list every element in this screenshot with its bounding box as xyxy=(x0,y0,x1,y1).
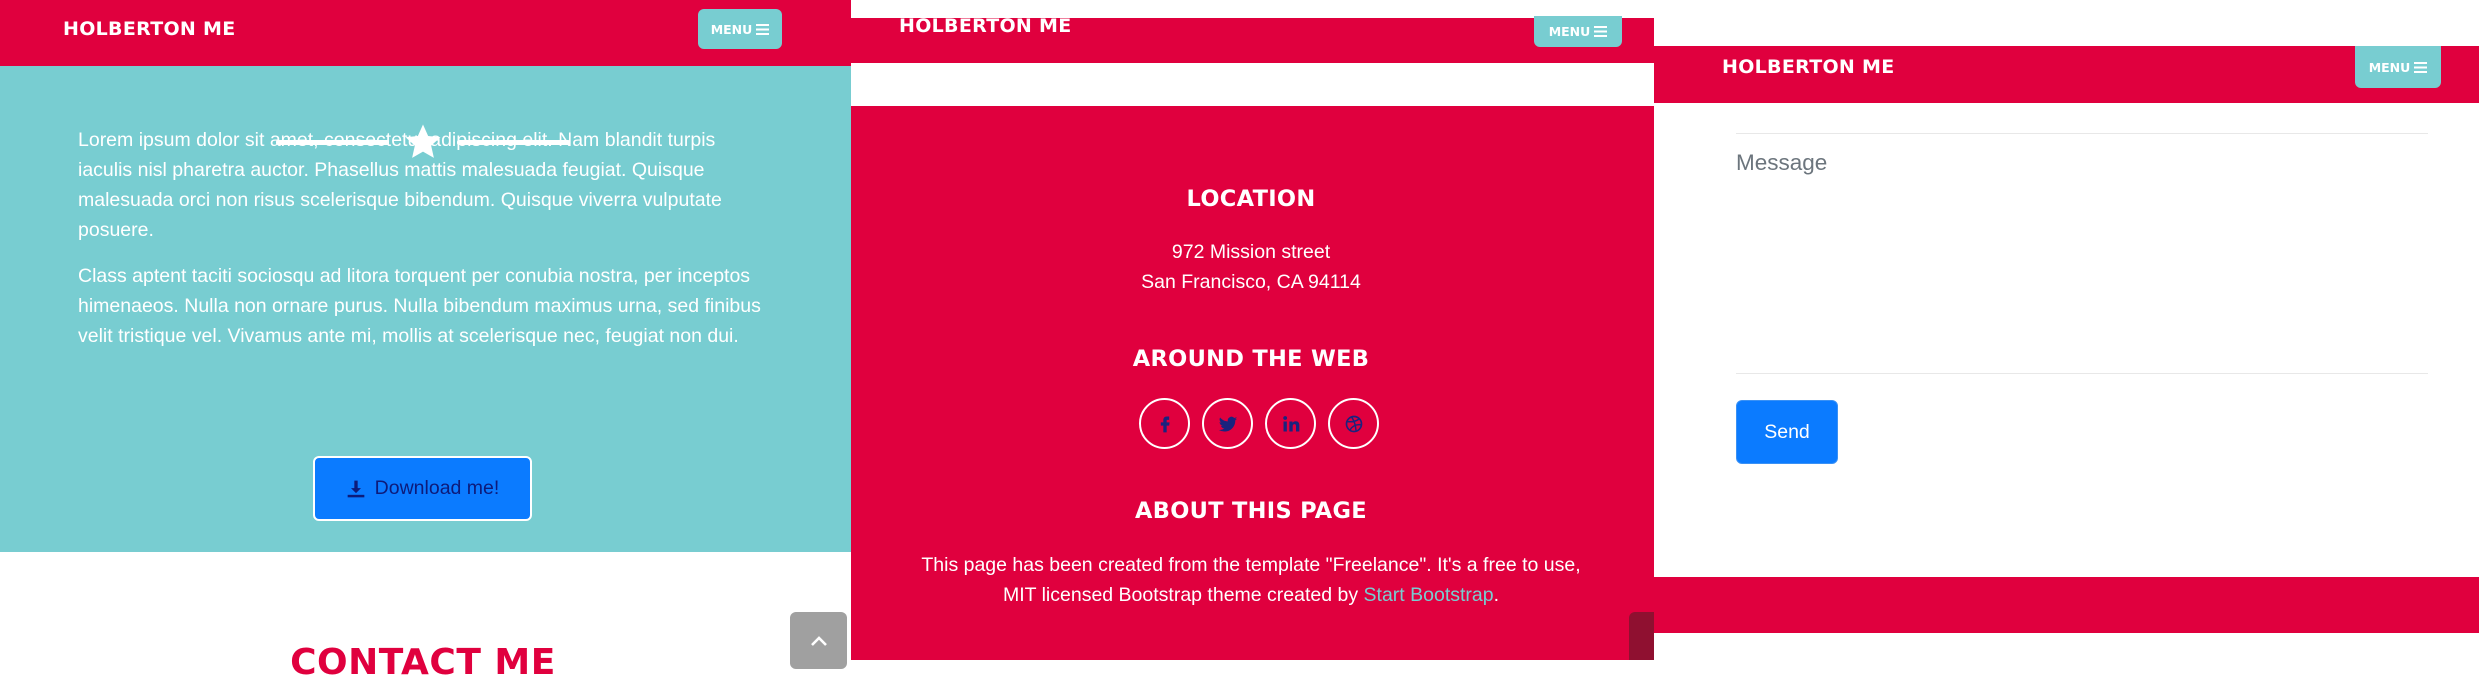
scroll-to-top-button[interactable] xyxy=(790,612,847,669)
about-section: Lorem ipsum dolor sit amet, consectetur … xyxy=(0,66,851,552)
start-bootstrap-link[interactable]: Start Bootstrap xyxy=(1364,584,1494,606)
menu-label: MENU xyxy=(2368,59,2411,75)
download-label: Download me! xyxy=(374,477,500,499)
screenshot-panel-footer: HOLBERTON ME MENU LOCATION 972 Mission s… xyxy=(851,0,1654,679)
footer-edge xyxy=(1654,577,2479,633)
form-field-divider xyxy=(1736,133,2428,134)
menu-label: MENU xyxy=(1548,24,1591,39)
download-button[interactable]: Download me! xyxy=(313,456,532,521)
form-field-divider xyxy=(1736,373,2428,374)
about-paragraph: Class aptent taciti sociosqu ad litora t… xyxy=(78,265,761,347)
send-button[interactable]: Send xyxy=(1736,400,1838,464)
hamburger-icon xyxy=(2414,61,2428,73)
menu-button[interactable]: MENU xyxy=(698,9,782,49)
address-line: 972 Mission street xyxy=(1171,241,1331,263)
chevron-up-icon xyxy=(810,635,827,646)
hamburger-icon xyxy=(756,23,770,35)
location-heading: LOCATION xyxy=(1186,186,1316,212)
dribbble-icon xyxy=(1345,415,1362,432)
hamburger-icon xyxy=(1594,26,1608,37)
twitter-icon xyxy=(1218,416,1237,432)
linkedin-icon xyxy=(1282,415,1299,431)
screenshot-panel-about: Lorem ipsum dolor sit amet, consectetur … xyxy=(0,0,851,679)
navbar: HOLBERTON ME MENU xyxy=(0,0,851,66)
address-line: San Francisco, CA 94114 xyxy=(1141,271,1361,293)
around-the-web-heading: AROUND THE WEB xyxy=(1132,346,1370,372)
brand-link[interactable]: HOLBERTON ME xyxy=(899,15,1072,37)
contact-title: CONTACT ME xyxy=(290,642,556,679)
menu-button[interactable]: MENU xyxy=(2355,46,2441,88)
menu-button[interactable]: MENU xyxy=(1534,16,1622,47)
menu-label: MENU xyxy=(710,21,753,37)
message-field[interactable] xyxy=(1736,150,2428,360)
about-this-page-heading: ABOUT THIS PAGE xyxy=(1135,498,1367,524)
scroll-to-top-button[interactable] xyxy=(1629,612,1654,660)
facebook-button[interactable] xyxy=(1139,398,1190,449)
about-suffix: . xyxy=(1493,584,1500,606)
download-icon xyxy=(347,480,365,497)
about-text: This page has been created from the temp… xyxy=(911,550,1591,610)
twitter-button[interactable] xyxy=(1202,398,1253,449)
dribbble-button[interactable] xyxy=(1328,398,1379,449)
facebook-icon xyxy=(1160,416,1170,432)
linkedin-button[interactable] xyxy=(1265,398,1316,449)
brand-link[interactable]: HOLBERTON ME xyxy=(1722,56,1895,78)
footer: LOCATION 972 Mission street San Francisc… xyxy=(851,106,1654,660)
brand-link[interactable]: HOLBERTON ME xyxy=(63,18,236,40)
screenshot-panel-contact-form: MENU HOLBERTON ME Send xyxy=(1654,0,2479,679)
about-paragraph: Lorem ipsum dolor sit amet, consectetur … xyxy=(78,129,722,241)
